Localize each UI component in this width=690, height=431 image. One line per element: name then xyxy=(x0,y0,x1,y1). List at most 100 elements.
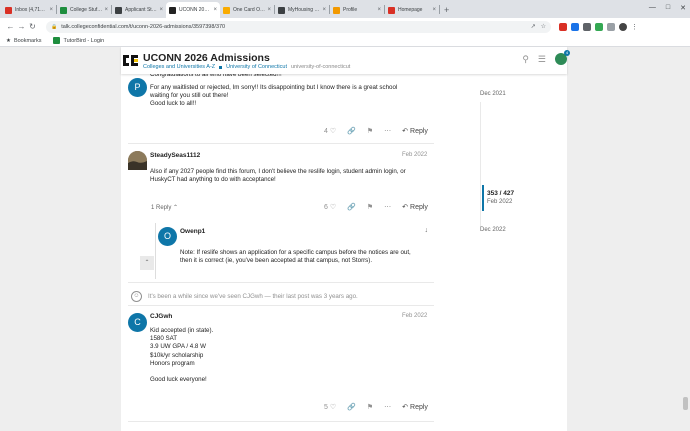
browser-tab[interactable]: Profile × xyxy=(330,2,384,18)
tab-label: One Card Office xyxy=(233,7,266,13)
cc-logo-icon[interactable] xyxy=(121,52,140,69)
tab-label: Applicant Status Po xyxy=(125,7,157,13)
browser-toolbar: ← → ↻ 🔒 talk.collegeconfidential.com/t/u… xyxy=(0,18,690,35)
close-window-icon[interactable]: ✕ xyxy=(680,4,686,12)
address-bar[interactable]: 🔒 talk.collegeconfidential.com/t/uconn-2… xyxy=(46,20,551,33)
browser-tab[interactable]: One Card Office × xyxy=(220,2,274,18)
tab-close-icon[interactable]: × xyxy=(213,7,217,13)
new-tab-icon[interactable]: + xyxy=(444,5,449,15)
like-button[interactable]: 4 ♡ xyxy=(324,127,336,135)
header-icons: ⚲ ☰ 4 xyxy=(522,50,570,65)
heart-icon: ♡ xyxy=(329,128,337,135)
flag-icon[interactable]: ⚑ xyxy=(367,403,373,411)
url-text: talk.collegeconfidential.com/t/uconn-202… xyxy=(61,23,226,30)
tab-close-icon[interactable]: × xyxy=(267,7,271,13)
bookmark-bookmarks[interactable]: ★ Bookmarks xyxy=(6,38,41,44)
subcategory-link[interactable]: University of Connecticut xyxy=(226,64,287,70)
tab-close-icon[interactable]: × xyxy=(159,7,163,13)
page-scrollbar[interactable] xyxy=(683,397,688,410)
link-icon[interactable]: 🔗 xyxy=(347,203,356,211)
avatar[interactable]: O xyxy=(158,227,177,246)
reply-button[interactable]: ↶ Reply xyxy=(402,127,428,136)
tag-link[interactable]: university-of-connecticut xyxy=(291,64,350,70)
tab-close-icon[interactable]: × xyxy=(104,7,108,13)
tab-close-icon[interactable]: × xyxy=(322,7,326,13)
extension-icon[interactable] xyxy=(559,22,567,31)
more-icon[interactable]: ⋯ xyxy=(384,403,391,411)
embedded-reply: O Owenp1 ↓ Note: If reslife shows an app… xyxy=(155,223,434,279)
link-icon[interactable]: 🔗 xyxy=(347,403,356,411)
browser-tab[interactable]: MyHousing | Resid× xyxy=(275,2,329,18)
share-icon[interactable]: ↗ xyxy=(531,23,536,30)
browser-tab[interactable]: Inbox (4,717) - dmil× xyxy=(2,2,56,18)
profile-avatar[interactable] xyxy=(619,22,627,31)
search-icon[interactable]: ⚲ xyxy=(522,54,529,65)
window-controls: — □ ✕ xyxy=(649,4,686,12)
more-icon[interactable]: ⋯ xyxy=(384,203,391,211)
hamburger-icon[interactable]: ☰ xyxy=(538,54,546,65)
browser-tab[interactable]: UCONN 2026 Admis× xyxy=(166,2,220,18)
minimize-icon[interactable]: — xyxy=(649,4,656,12)
extension-icon[interactable] xyxy=(583,22,591,31)
browser-tab[interactable]: Applicant Status Po× xyxy=(112,2,166,18)
tab-label: MyHousing | Resid xyxy=(288,7,321,13)
reload-icon[interactable]: ↻ xyxy=(27,22,38,31)
avatar[interactable]: P xyxy=(128,78,147,97)
menu-kebab-icon[interactable]: ⋮ xyxy=(631,23,638,31)
bookmarks-bar: ★ Bookmarks TutorBird - Login xyxy=(0,35,690,47)
category-link[interactable]: Colleges and Universities A-Z xyxy=(143,64,215,70)
flag-icon[interactable]: ⚑ xyxy=(367,127,373,135)
post-actions: 5 ♡ 🔗 ⚑ ⋯ ↶ Reply xyxy=(324,403,428,412)
like-button[interactable]: 6 ♡ xyxy=(324,203,336,211)
reply-arrow-icon: ↶ xyxy=(402,204,409,211)
reply-button[interactable]: ↶ Reply xyxy=(402,403,428,412)
reply-button[interactable]: ↶ Reply xyxy=(402,203,428,212)
like-button[interactable]: 5 ♡ xyxy=(324,403,336,411)
browser-tab[interactable]: Homepage × xyxy=(385,2,439,18)
bookmark-star-icon[interactable]: ☆ xyxy=(541,23,546,30)
chevron-up-icon: ⌃ xyxy=(144,260,150,266)
post-actions: 6 ♡ 🔗 ⚑ ⋯ ↶ Reply xyxy=(324,203,428,212)
flag-icon[interactable]: ⚑ xyxy=(367,203,373,211)
lock-icon[interactable]: 🔒 xyxy=(51,24,57,30)
tab-label: Homepage xyxy=(398,7,423,13)
user-avatar[interactable]: 4 xyxy=(555,50,570,65)
avatar[interactable] xyxy=(128,151,147,170)
timeline-start-date[interactable]: Dec 2021 xyxy=(480,91,506,97)
onecard-icon xyxy=(223,6,230,14)
browser-tab[interactable]: College Stuff - Goog× xyxy=(57,2,111,18)
timeline-handle[interactable] xyxy=(482,185,484,211)
replies-toggle[interactable]: 1 Reply ⌃ xyxy=(151,204,178,211)
extension-icon[interactable] xyxy=(571,22,579,31)
post-divider xyxy=(128,421,434,422)
time-gap-notice: ☺ It's been a while since we've seen CJG… xyxy=(131,291,358,302)
tab-label: UCONN 2026 Admis xyxy=(179,7,211,13)
post-body: Note: If reslife shows an application fo… xyxy=(180,249,411,265)
link-icon[interactable]: 🔗 xyxy=(347,127,356,135)
timeline-track[interactable] xyxy=(480,102,481,227)
tab-close-icon[interactable]: × xyxy=(377,7,381,13)
timeline-post-count[interactable]: 353 / 427 xyxy=(487,190,514,197)
timeline-end-date[interactable]: Dec 2022 xyxy=(480,227,506,233)
collapse-button[interactable]: ⌃ xyxy=(140,256,154,270)
forward-icon[interactable]: → xyxy=(16,22,27,31)
tab-close-icon[interactable]: × xyxy=(49,7,53,13)
extension-icon[interactable] xyxy=(595,22,603,31)
post-date[interactable]: Feb 2022 xyxy=(402,313,427,319)
back-icon[interactable]: ← xyxy=(5,22,16,31)
topic-title[interactable]: UCONN 2026 Admissions xyxy=(143,52,270,64)
puzzle-icon[interactable] xyxy=(607,22,615,31)
more-icon[interactable]: ⋯ xyxy=(384,127,391,135)
post-date[interactable]: Feb 2022 xyxy=(402,152,427,158)
post-divider xyxy=(128,143,434,144)
bookmark-tutorbird[interactable]: TutorBird - Login xyxy=(53,37,104,44)
arrow-down-icon[interactable]: ↓ xyxy=(425,227,429,234)
post-username[interactable]: SteadySeas1112 xyxy=(150,152,200,159)
avatar[interactable]: C xyxy=(128,313,147,332)
maximize-icon[interactable]: □ xyxy=(666,4,670,12)
post-username[interactable]: CJGwh xyxy=(150,313,172,320)
tab-close-icon[interactable]: × xyxy=(432,7,436,13)
heart-icon: ♡ xyxy=(329,404,337,411)
post-actions: 4 ♡ 🔗 ⚑ ⋯ ↶ Reply xyxy=(324,127,428,136)
post-username[interactable]: Owenp1 xyxy=(180,228,205,235)
